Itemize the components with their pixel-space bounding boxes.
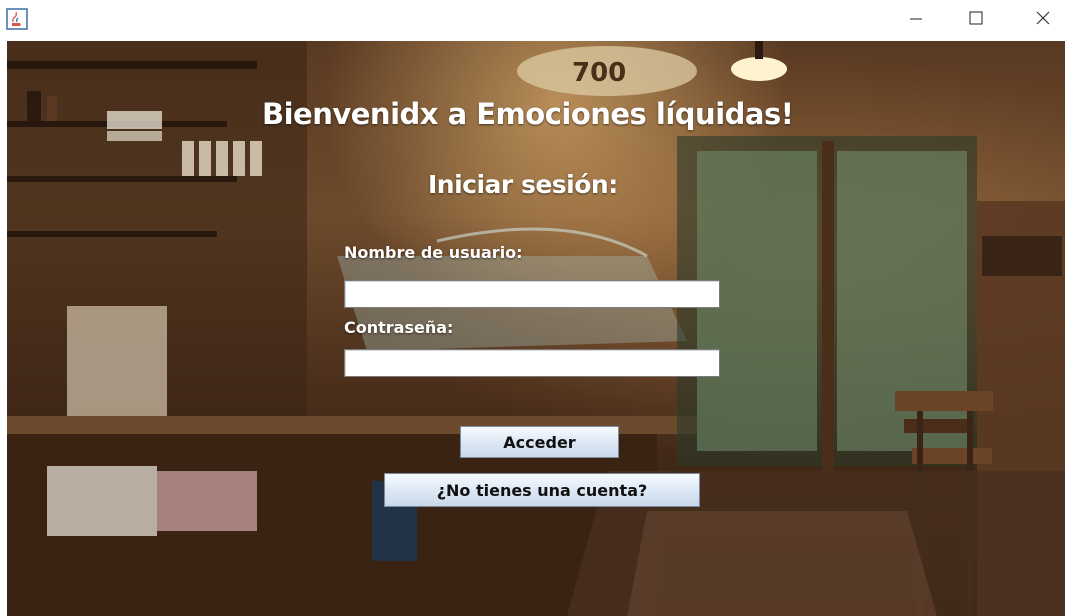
password-input[interactable] [344, 349, 720, 377]
window-title-bar [0, 0, 1065, 40]
username-label: Nombre de usuario: [344, 243, 523, 262]
login-panel: 700 Bienvenidx a Emociones líquidas! Ini… [7, 41, 1065, 616]
cafe-sign-number: 700 [572, 58, 626, 88]
password-label: Contraseña: [344, 318, 454, 337]
minimize-icon [910, 18, 922, 20]
java-coffee-cup-icon [6, 8, 28, 30]
login-button[interactable]: Acceder [460, 426, 619, 458]
welcome-title: Bienvenidx a Emociones líquidas! [262, 97, 794, 131]
close-icon [1036, 11, 1050, 25]
minimize-button[interactable] [893, 0, 939, 36]
username-input[interactable] [344, 280, 720, 308]
maximize-button[interactable] [953, 0, 999, 36]
login-subtitle: Iniciar sesión: [428, 170, 618, 199]
close-button[interactable] [1020, 0, 1065, 36]
maximize-icon [969, 11, 983, 25]
register-button[interactable]: ¿No tienes una cuenta? [384, 473, 700, 507]
